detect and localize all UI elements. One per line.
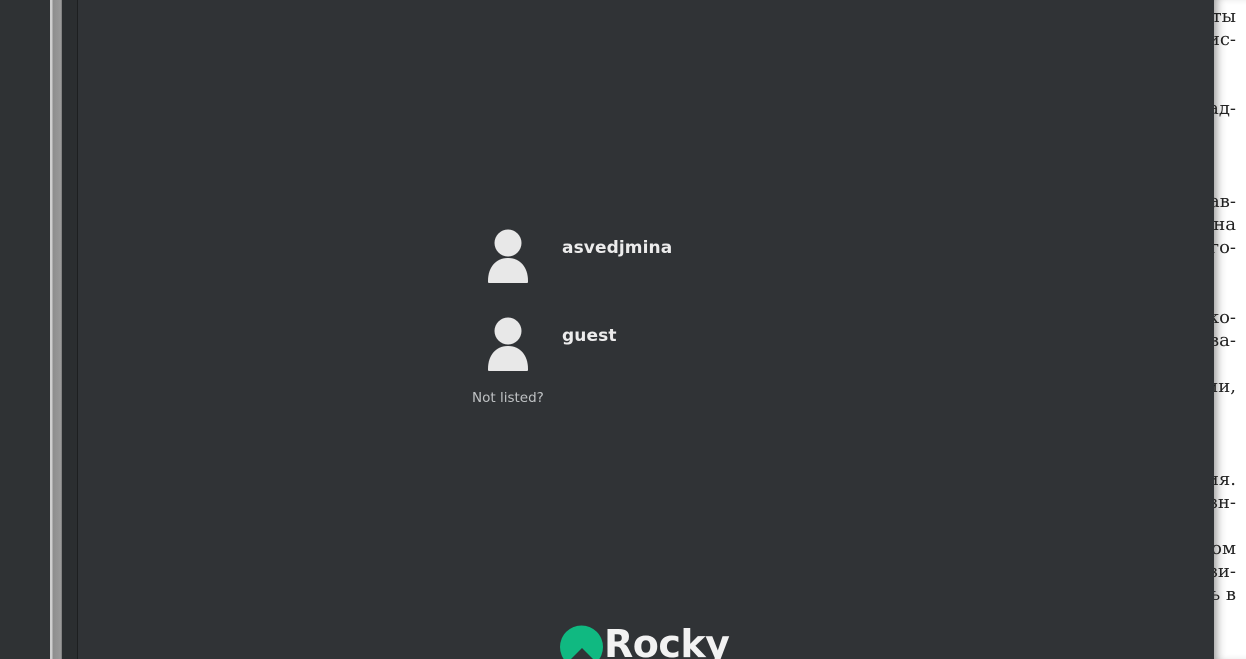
document-text-fragment: на — [1214, 214, 1236, 235]
document-text-fragment: ад- — [1214, 98, 1236, 119]
document-text-fragment: ом — [1214, 538, 1236, 559]
document-text-fragment: ко- — [1214, 307, 1236, 328]
rocky-logo-icon — [560, 625, 603, 659]
login-screen: asvedjmina guest Not listed? Rocky — [78, 0, 1214, 659]
document-text-fragment: ь в — [1214, 584, 1236, 605]
not-listed-link[interactable]: Not listed? — [472, 390, 544, 406]
document-text-fragment: зи- — [1214, 561, 1236, 582]
user-row-guest[interactable]: guest — [486, 315, 786, 377]
document-text-fragment: ва- — [1214, 330, 1236, 351]
document-text-fragment: зн- — [1214, 492, 1236, 513]
background-document-page: ты ис- ад- ав- на го- ко- ва- ии, ия. зн… — [1214, 0, 1246, 659]
user-row-asvedjmina[interactable]: asvedjmina — [486, 227, 786, 289]
document-text-fragment: ты — [1214, 6, 1236, 27]
document-text-fragment: ия. — [1214, 469, 1236, 490]
window-border-left — [50, 0, 62, 659]
document-text-fragment: ии, — [1214, 376, 1236, 397]
user-name: guest — [562, 326, 617, 346]
document-text-fragment: ис- — [1214, 29, 1236, 50]
window-frame — [62, 0, 78, 659]
document-text-fragment: ав- — [1214, 191, 1236, 212]
logo-text: Rocky — [604, 622, 730, 659]
user-silhouette-icon — [488, 229, 528, 283]
user-silhouette-icon — [488, 317, 528, 371]
rocky-logo: Rocky — [560, 622, 800, 659]
user-name: asvedjmina — [562, 238, 673, 258]
background-desktop-left — [0, 0, 50, 659]
document-text-fragment: го- — [1214, 237, 1236, 258]
